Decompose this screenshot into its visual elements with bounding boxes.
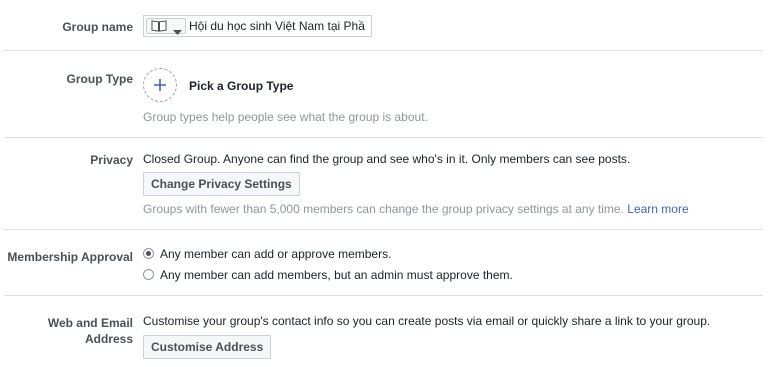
icon-selector-button[interactable] (146, 18, 186, 35)
plus-icon (143, 68, 177, 102)
privacy-label: Privacy (90, 153, 133, 167)
membership-option[interactable]: Any member can add or approve members. (143, 246, 543, 262)
divider (4, 229, 763, 230)
privacy-description: Closed Group. Anyone can find the group … (143, 152, 631, 166)
divider (4, 50, 763, 51)
privacy-help: Groups with fewer than 5,000 members can… (143, 202, 689, 216)
customise-button-wrap: Customise Address (143, 335, 272, 359)
membership-option[interactable]: Any member can add members, but an admin… (143, 267, 543, 283)
group-type-label: Group Type (66, 72, 133, 86)
learn-more-link[interactable]: Learn more (627, 202, 688, 216)
group-name-value: Hội du học sinh Việt Nam tại Phầ (189, 19, 365, 33)
membership-option-label: Any member can add or approve members. (160, 247, 392, 261)
pick-group-type-label: Pick a Group Type (189, 79, 294, 93)
radio-button-selected[interactable] (143, 248, 154, 259)
divider (4, 137, 763, 138)
chevron-down-icon (173, 24, 182, 38)
web-email-label: Web and Email Address (48, 315, 133, 347)
web-email-label-line2: Address (84, 332, 133, 346)
group-name-field[interactable]: Hội du học sinh Việt Nam tại Phầ (143, 15, 372, 37)
group-name-label: Group name (62, 20, 133, 34)
membership-option-label: Any member can add members, but an admin… (160, 268, 513, 282)
radio-button[interactable] (143, 269, 154, 280)
web-email-label-line1: Web and Email (47, 316, 133, 330)
pick-group-type-button[interactable]: Pick a Group Type (143, 68, 343, 104)
membership-label: Membership Approval (7, 250, 133, 264)
change-privacy-settings-button[interactable]: Change Privacy Settings (143, 172, 300, 196)
customise-address-button[interactable]: Customise Address (143, 335, 272, 359)
web-email-description: Customise your group's contact info so y… (143, 314, 711, 328)
group-type-help: Group types help people see what the gro… (143, 110, 428, 124)
book-icon (151, 20, 167, 35)
divider (4, 295, 763, 296)
privacy-help-text: Groups with fewer than 5,000 members can… (143, 202, 624, 216)
privacy-button-wrap: Change Privacy Settings (143, 172, 300, 196)
